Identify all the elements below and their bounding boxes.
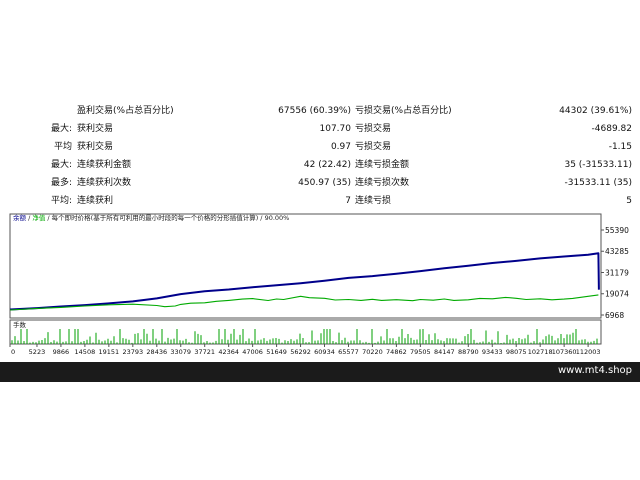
y-tick-label: 19074 — [605, 290, 629, 299]
x-tick-label: 0 — [11, 348, 15, 356]
footer-bar: www.mt4.shop — [0, 362, 640, 382]
stat-label-right: 亏损交易(%占总百分比) — [355, 106, 452, 116]
row-prefix: 平均 — [53, 142, 72, 152]
site-watermark: www.mt4.shop — [557, 365, 632, 376]
main-plot-frame — [9, 213, 602, 319]
stats-row: 最多: 连续获利次数 450.97 (35) 连续亏损次数 -31533.11 (35) — [0, 174, 640, 192]
stat-label-right: 连续亏损金额 — [355, 160, 410, 170]
legend-equity: 净值 — [32, 213, 46, 222]
x-tick-label: 60934 — [314, 348, 335, 356]
x-tick-label: 5223 — [29, 348, 46, 356]
volume-label: 手数 — [13, 320, 27, 329]
stat-value-left: 107.70 — [319, 124, 352, 134]
x-tick-label: 112003 — [576, 348, 601, 356]
x-tick-label: 98075 — [506, 348, 527, 356]
stat-label-left: 连续获利次数 — [77, 178, 132, 188]
x-tick-label: 84147 — [434, 348, 455, 356]
x-tick-label: 9866 — [53, 348, 70, 356]
x-tick-label: 88790 — [458, 348, 479, 356]
x-tick-label: 74862 — [386, 348, 407, 356]
y-tick-label: 6968 — [605, 311, 624, 320]
stat-label-right: 亏损交易 — [355, 142, 392, 152]
stat-value-left: 42 (22.42) — [303, 160, 351, 170]
row-prefix: 最大: — [50, 160, 72, 170]
stat-label-left: 连续获利金额 — [77, 160, 132, 170]
stat-value-right: 35 (-31533.11) — [564, 160, 632, 170]
stats-row: 平均 获利交易 0.97 亏损交易 -1.15 — [0, 138, 640, 156]
stats-row: 最大: 获利交易 107.70 亏损交易 -4689.82 — [0, 120, 640, 138]
y-tick-label: 43285 — [605, 247, 629, 256]
stat-label-left: 获利交易 — [77, 124, 114, 134]
legend-description: 每个即时价格(基于所有可利用的最小时段的每一个价格的分形插值计算) — [52, 213, 259, 222]
x-tick-label: 37721 — [194, 348, 215, 356]
stat-value-right: -1.15 — [608, 142, 632, 152]
x-tick-label: 70220 — [362, 348, 383, 356]
x-tick-label: 14508 — [75, 348, 96, 356]
stat-label-left: 盈利交易(%占总百分比) — [77, 106, 174, 116]
row-prefix: 最大: — [50, 124, 72, 134]
x-tick-label: 79505 — [410, 348, 431, 356]
x-tick-label: 65577 — [338, 348, 359, 356]
stat-label-right: 亏损交易 — [355, 124, 392, 134]
stat-label-right: 连续亏损次数 — [355, 178, 410, 188]
stat-value-right: 44302 (39.61%) — [559, 106, 632, 116]
stats-table: 盈利交易(%占总百分比) 67556 (60.39%) 亏损交易(%占总百分比) 44… — [0, 100, 640, 208]
legend-quality: 90.00% — [265, 214, 290, 222]
stat-value-right: -4689.82 — [591, 124, 632, 134]
stats-row: 盈利交易(%占总百分比) 67556 (60.39%) 亏损交易(%占总百分比) 44… — [0, 102, 640, 120]
x-tick-label: 107360 — [552, 348, 577, 356]
y-tick-label: 55390 — [605, 226, 629, 235]
x-tick-label: 33079 — [170, 348, 191, 356]
row-prefix: 最多: — [50, 178, 72, 188]
chart: 余额 / 净值 / 每个即时价格(基于所有可利用的最小时段的每一个价格的分形插值… — [9, 213, 629, 356]
stats-row: 最大: 连续获利金额 42 (22.42) 连续亏损金额 35 (-31533.11) — [0, 156, 640, 174]
stat-value-left: 0.97 — [330, 142, 351, 152]
legend-balance: 余额 — [13, 213, 27, 222]
y-tick-label: 31179 — [605, 269, 629, 278]
stat-value-left: 67556 (60.39%) — [278, 106, 351, 116]
x-tick-label: 23793 — [122, 348, 143, 356]
stat-label-left: 获利交易 — [77, 142, 114, 152]
x-tick-label: 19151 — [99, 348, 120, 356]
x-tick-label: 56292 — [290, 348, 311, 356]
stat-value-right: -31533.11 (35) — [564, 178, 632, 188]
x-tick-label: 47006 — [242, 348, 263, 356]
x-tick-label: 93433 — [482, 348, 503, 356]
chart-legend: 余额 / 净值 / 每个即时价格(基于所有可利用的最小时段的每一个价格的分形插值… — [13, 213, 289, 222]
x-tick-label: 28436 — [146, 348, 167, 356]
stat-value-left: 450.97 (35) — [298, 178, 351, 188]
x-tick-label: 51649 — [266, 348, 287, 356]
x-tick-label: 42364 — [218, 348, 239, 356]
x-tick-label: 102718 — [528, 348, 553, 356]
